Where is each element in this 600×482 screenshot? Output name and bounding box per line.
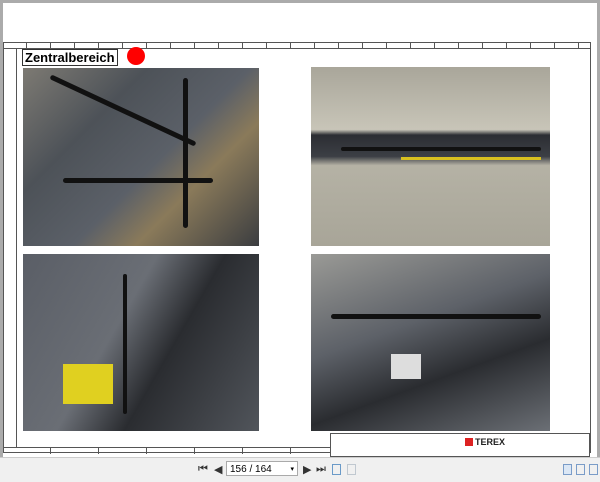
- copy-icon[interactable]: [332, 464, 341, 475]
- next-page-button[interactable]: ▶: [303, 463, 311, 476]
- terex-logo-icon: [465, 438, 473, 446]
- chevron-down-icon[interactable]: ▾: [290, 462, 294, 477]
- photo-top-left: [23, 68, 259, 246]
- red-marker-dot: [127, 47, 145, 65]
- page-number-input[interactable]: 156 / 164 ▾: [226, 461, 298, 476]
- section-title: Zentralbereich: [22, 49, 118, 66]
- first-page-button[interactable]: ⏮: [198, 463, 208, 476]
- two-page-view-icon[interactable]: [589, 464, 598, 475]
- last-page-button[interactable]: ⏭: [316, 463, 326, 476]
- brand-name: TEREX: [475, 437, 506, 447]
- page-indicator: 156 / 164: [230, 464, 272, 475]
- frame-ruler-top: [3, 42, 591, 49]
- photo-top-right: [311, 67, 550, 246]
- prev-page-button[interactable]: ◀: [214, 463, 222, 476]
- photo-bottom-left: [23, 254, 259, 431]
- title-block: TEREX: [330, 433, 590, 457]
- photo-bottom-right: [311, 254, 550, 431]
- frame-left-strip: [8, 48, 17, 447]
- copy-disabled-icon: [347, 464, 356, 475]
- single-page-view-icon[interactable]: [563, 464, 572, 475]
- continuous-view-icon[interactable]: [576, 464, 585, 475]
- pdf-toolbar: ⏮ ◀ 156 / 164 ▾ ▶ ⏭: [0, 457, 600, 482]
